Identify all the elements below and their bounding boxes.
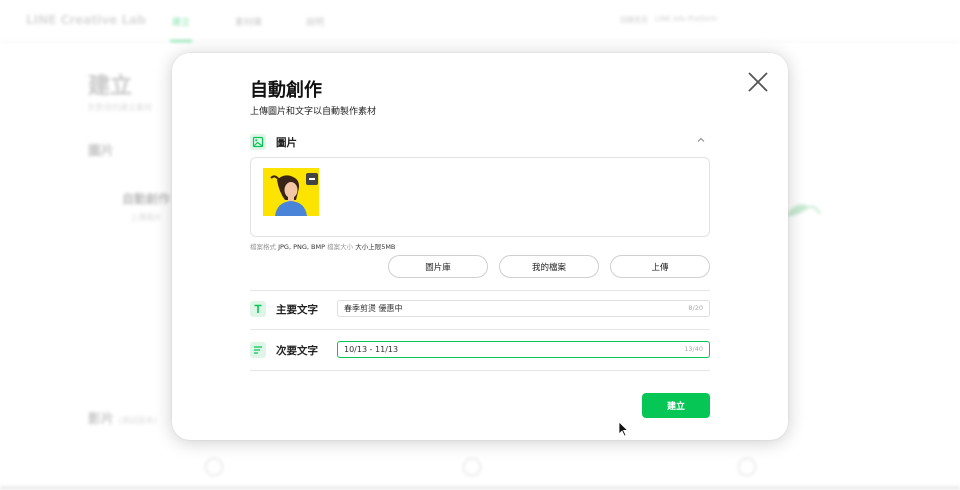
page-title: 建立 bbox=[88, 74, 133, 99]
nav-tab-library[interactable]: 素材庫 bbox=[235, 15, 262, 28]
nav-ads-platform-link[interactable]: LINE Ads Platform bbox=[655, 15, 717, 23]
sub-text-input[interactable]: 10/13 - 11/13 13/40 bbox=[337, 341, 710, 358]
chevron-up-icon[interactable] bbox=[696, 135, 706, 145]
nav-tab-help[interactable]: 說明 bbox=[306, 15, 324, 28]
nav-tab-create[interactable]: 建立 bbox=[172, 15, 190, 28]
brand-logo: LINE Creative Lab bbox=[26, 13, 146, 27]
video-play-icon bbox=[205, 458, 223, 476]
minus-icon[interactable] bbox=[306, 173, 318, 185]
lines-icon bbox=[250, 342, 266, 358]
dialog-title: 自動創作 bbox=[250, 80, 322, 101]
main-text-counter: 8/20 bbox=[688, 304, 703, 312]
size-label: 檔案大小 bbox=[327, 243, 354, 251]
size-value: 大小上限5MB bbox=[355, 243, 396, 251]
create-button[interactable]: 建立 bbox=[642, 393, 710, 418]
sub-text-counter: 13/40 bbox=[684, 345, 703, 353]
upload-button[interactable]: 上傳 bbox=[610, 255, 710, 278]
image-icon bbox=[250, 134, 266, 150]
close-icon[interactable] bbox=[747, 71, 769, 93]
nav-active-indicator bbox=[170, 40, 192, 42]
file-requirements: 檔案格式 JPG, PNG, BMP 檔案大小 大小上限5MB bbox=[250, 241, 395, 251]
top-navigation: LINE Creative Lab 建立 素材庫 說明 回饋意見 LINE Ad… bbox=[0, 0, 960, 42]
section-video-label: 影片 bbox=[88, 412, 115, 427]
auto-create-card-title[interactable]: 自動創作 bbox=[122, 190, 170, 207]
mouse-cursor-icon bbox=[618, 421, 629, 437]
sub-text-value: 10/13 - 11/13 bbox=[344, 345, 399, 354]
main-text-input[interactable]: 春季剪燙 優惠中 8/20 bbox=[337, 300, 710, 317]
bottom-bar bbox=[0, 486, 960, 490]
my-files-button[interactable]: 我的檔案 bbox=[499, 255, 599, 278]
sub-text-label: 次要文字 bbox=[276, 345, 318, 357]
image-library-button[interactable]: 圖片庫 bbox=[388, 255, 488, 278]
nav-feedback-link[interactable]: 回饋意見 bbox=[620, 15, 648, 25]
main-text-value: 春季剪燙 優惠中 bbox=[344, 304, 403, 313]
format-value: JPG, PNG, BMP bbox=[278, 243, 326, 251]
image-section-label: 圖片 bbox=[276, 137, 297, 149]
divider bbox=[250, 370, 710, 371]
auto-create-dialog: 自動創作 上傳圖片和文字以自動製作素材 圖片 檔案格式 JPG, PNG, BM… bbox=[172, 53, 788, 440]
main-text-label: 主要文字 bbox=[276, 304, 318, 316]
divider bbox=[250, 329, 710, 330]
page-subtitle: 針對目的建立素材 bbox=[88, 103, 152, 112]
video-settings-icon bbox=[738, 458, 756, 476]
dialog-subtitle: 上傳圖片和文字以自動製作素材 bbox=[250, 107, 377, 117]
video-option-icon bbox=[463, 458, 481, 476]
section-video-badge: (測試版本) bbox=[118, 416, 157, 425]
divider bbox=[250, 290, 710, 291]
text-icon bbox=[250, 301, 266, 317]
auto-create-card-subtitle: 上傳圖片 bbox=[130, 213, 162, 222]
leaf-illustration-icon bbox=[786, 204, 821, 216]
section-video-heading: 影片 (測試版本) bbox=[88, 408, 157, 427]
section-image-heading: 圖片 bbox=[88, 144, 115, 159]
format-label: 檔案格式 bbox=[250, 243, 276, 251]
image-upload-area[interactable] bbox=[250, 157, 710, 237]
